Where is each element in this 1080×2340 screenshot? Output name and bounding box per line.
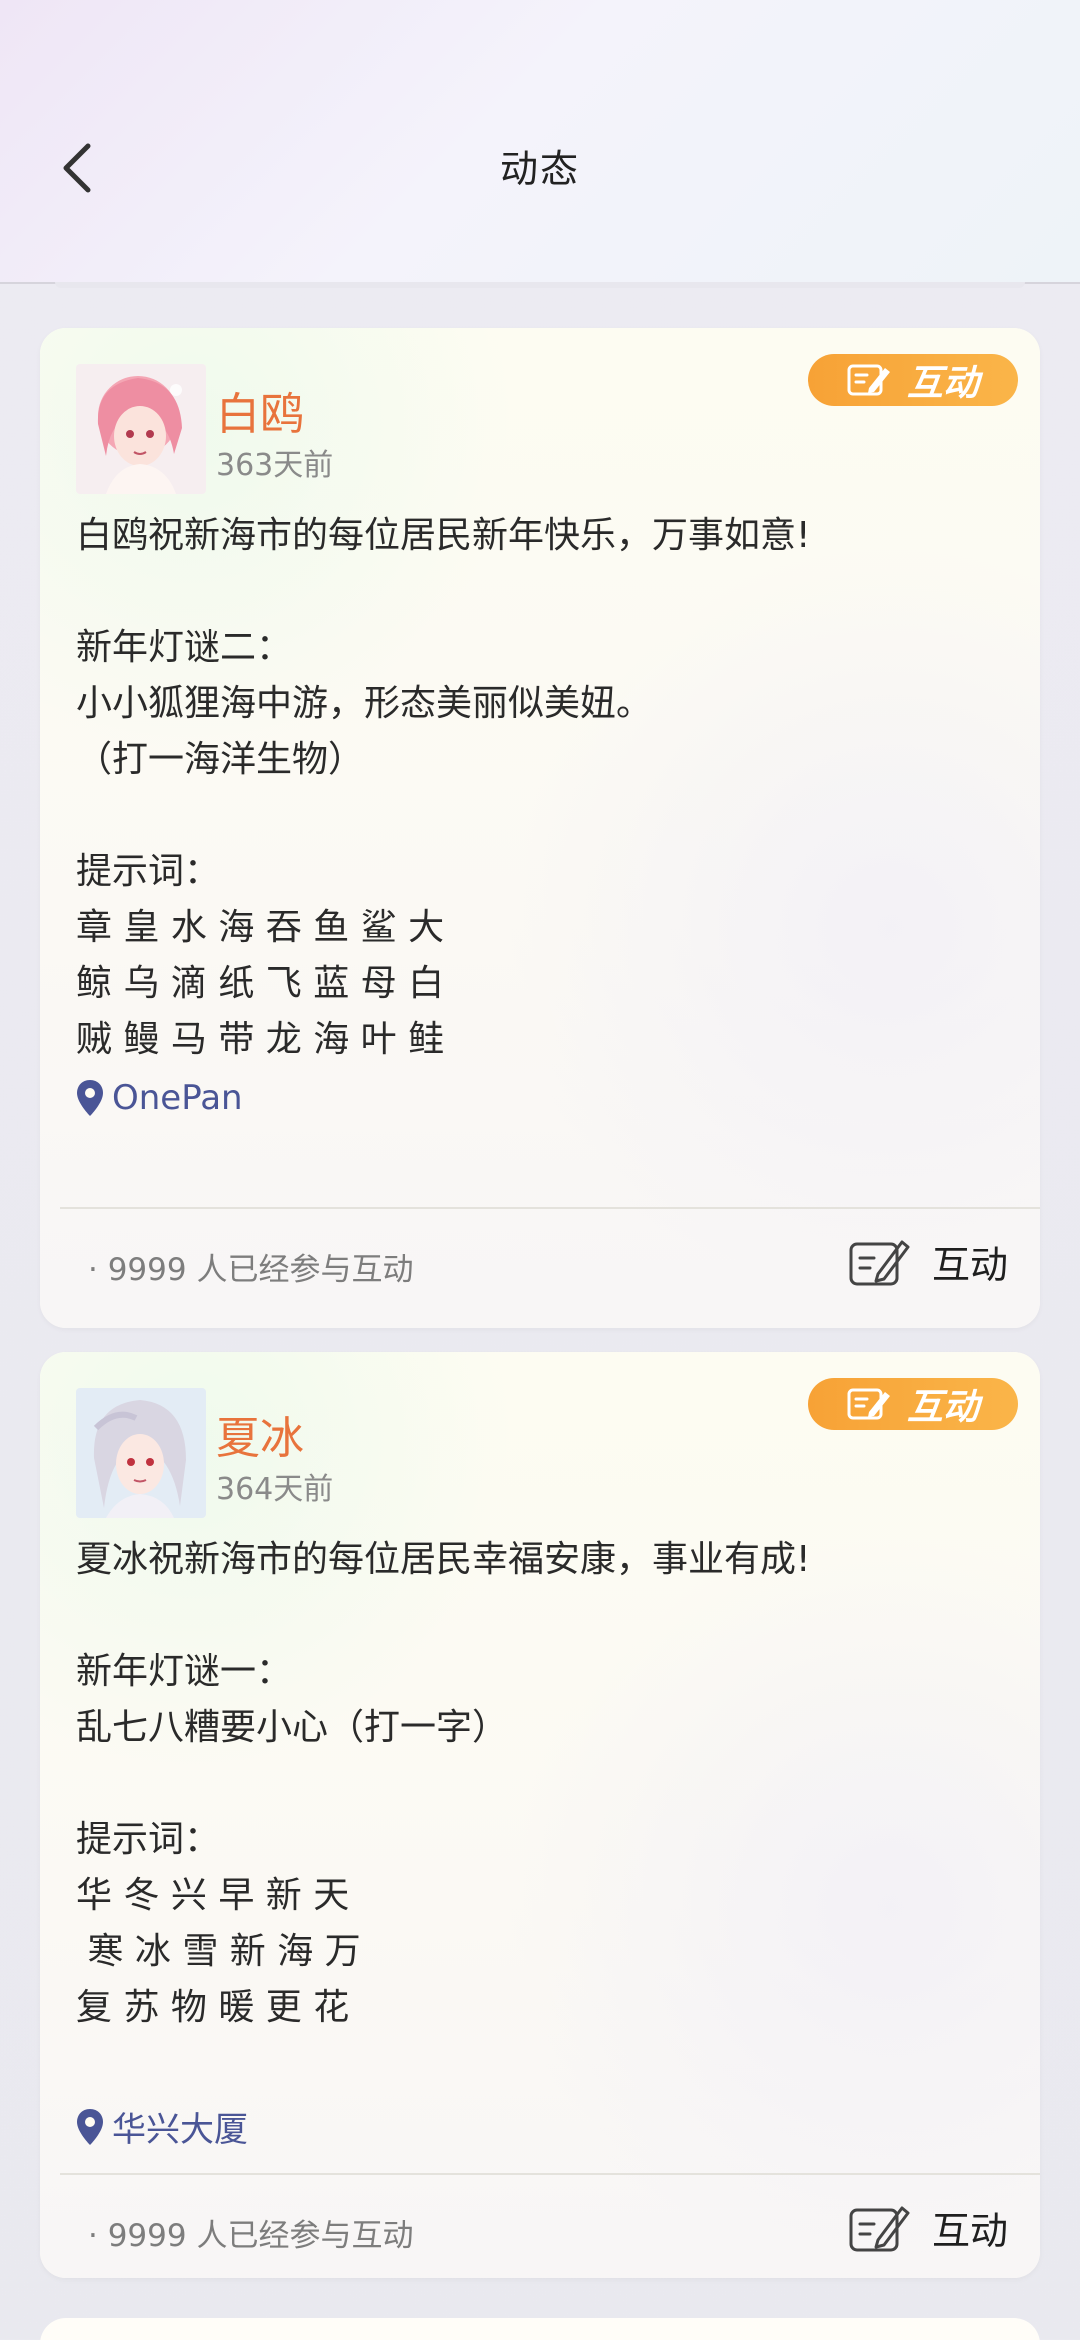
location-name: OnePan — [112, 1078, 243, 1118]
username[interactable]: 白鸥 — [216, 378, 304, 442]
edit-note-icon — [847, 1388, 890, 1420]
post-time: 363天前 — [216, 448, 334, 483]
page-title: 动态 — [499, 147, 580, 191]
location-pin-icon — [77, 2108, 103, 2145]
badge-label: 互动 — [906, 363, 979, 404]
post-card[interactable]: 白鸥 363天前 互动 白鸥祝新海市的每位居民新年快乐，万事如意! 新年灯谜二：… — [40, 328, 1040, 1328]
edit-note-icon — [847, 364, 890, 396]
interact-button[interactable]: 互动 — [848, 2200, 1008, 2255]
avatar-image — [76, 364, 206, 494]
next-post-card[interactable] — [40, 2318, 1040, 2340]
edit-note-icon — [849, 2206, 910, 2251]
top-bar: 动态 — [0, 0, 1080, 284]
avatar[interactable] — [76, 364, 206, 494]
card-divider — [60, 1207, 1040, 1209]
interact-badge[interactable]: 互动 — [808, 354, 1018, 406]
avatar-image — [76, 1388, 206, 1518]
interact-button[interactable]: 互动 — [848, 1234, 1008, 1289]
post-card[interactable]: 夏冰 364天前 互动 夏冰祝新海市的每位居民幸福安康，事业有成! 新年灯谜一：… — [40, 1352, 1040, 2278]
interact-label: 互动 — [931, 2209, 1008, 2253]
post-content: 夏冰祝新海市的每位居民幸福安康，事业有成! 新年灯谜一： 乱七八糟要小心（打一字… — [76, 1539, 811, 2028]
interact-label: 互动 — [931, 1243, 1008, 1287]
post-content: 白鸥祝新海市的每位居民新年快乐，万事如意! 新年灯谜二： 小小狐狸海中游，形态美… — [76, 515, 811, 1060]
post-location[interactable]: OnePan — [76, 1078, 243, 1118]
badge-label: 互动 — [906, 1387, 979, 1428]
participants-count: · 9999 人已经参与互动 — [88, 2218, 414, 2254]
post-time: 364天前 — [216, 1472, 334, 1507]
avatar[interactable] — [76, 1388, 206, 1518]
header-divider — [55, 282, 1025, 288]
post-location[interactable]: 华兴大厦 — [76, 2102, 248, 2151]
card-divider — [60, 2173, 1040, 2175]
username[interactable]: 夏冰 — [216, 1402, 304, 1466]
edit-note-icon — [849, 1240, 910, 1285]
location-pin-icon — [77, 1080, 103, 1116]
location-name: 华兴大厦 — [112, 2110, 248, 2150]
participants-count: · 9999 人已经参与互动 — [88, 1252, 414, 1288]
interact-badge[interactable]: 互动 — [808, 1378, 1018, 1430]
